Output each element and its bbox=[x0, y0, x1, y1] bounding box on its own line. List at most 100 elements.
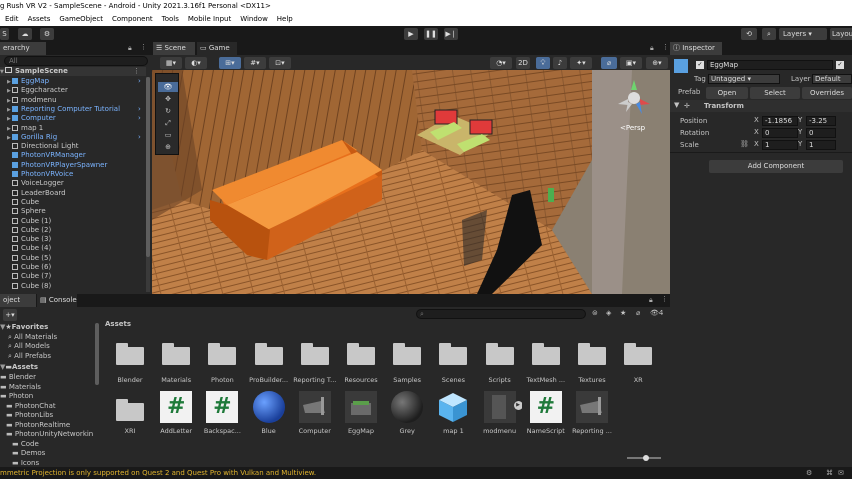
hierarchy-item[interactable]: Sphere bbox=[0, 207, 146, 216]
prefab-open-button[interactable]: Open bbox=[706, 87, 748, 99]
position-x-field[interactable]: -1.1856 bbox=[762, 116, 798, 126]
transform-tool-icon[interactable]: ⊕ bbox=[158, 142, 178, 152]
rotation-y-field[interactable]: 0 bbox=[806, 128, 836, 138]
folder-tree-scrollbar[interactable] bbox=[95, 323, 99, 385]
status-bar[interactable]: mmetric Projection is only supported on … bbox=[0, 467, 852, 479]
asset-folder[interactable]: TextMesh ... bbox=[524, 343, 568, 384]
hierarchy-scrollbar[interactable] bbox=[146, 77, 150, 292]
asset-item[interactable]: XRI bbox=[108, 391, 152, 435]
add-component-button[interactable]: Add Component bbox=[709, 160, 843, 173]
project-more-icon[interactable]: ⋮ bbox=[661, 295, 668, 303]
hierarchy-item[interactable]: Cube bbox=[0, 198, 146, 207]
folder-tree-item[interactable]: ▬ PhotonUnityNetworkin bbox=[0, 430, 100, 440]
lock-icon[interactable]: 🔒︎ bbox=[128, 44, 132, 53]
hierarchy-item[interactable]: LeaderBoard bbox=[0, 189, 146, 198]
hierarchy-item[interactable]: ▶ Gorilla Rig › bbox=[0, 133, 146, 142]
pivot-dropdown[interactable]: ⊞▾ bbox=[219, 57, 241, 69]
asset-item[interactable]: modmenu ▶ bbox=[478, 391, 522, 435]
position-y-field[interactable]: -3.25 bbox=[806, 116, 836, 126]
view-tool-icon[interactable]: 👁︎ bbox=[158, 82, 178, 92]
asset-item[interactable]: # AddLetter bbox=[154, 391, 198, 435]
hierarchy-item[interactable]: ▶ Reporting Computer Tutorial › bbox=[0, 105, 146, 114]
projection-label[interactable]: <Persp bbox=[620, 124, 645, 132]
move-tool-icon[interactable]: ✥ bbox=[158, 94, 178, 104]
asset-item[interactable]: map 1 bbox=[431, 391, 475, 435]
asset-folder[interactable]: Photon bbox=[200, 343, 244, 384]
hierarchy-item[interactable]: ▶ Computer › bbox=[0, 114, 146, 123]
asset-folder[interactable]: ProBuilder... bbox=[247, 343, 291, 384]
prefab-overrides-dropdown[interactable]: Overrides bbox=[802, 87, 852, 99]
snap-dropdown[interactable]: ⊡▾ bbox=[269, 57, 291, 69]
assets-root[interactable]: ▼▬Assets bbox=[0, 363, 100, 373]
rect-tool-icon[interactable]: ▭ bbox=[158, 130, 178, 140]
tab-inspector[interactable]: ⓘ Inspector bbox=[670, 42, 722, 55]
favorite-item[interactable]: ⌕ All Prefabs bbox=[0, 352, 100, 362]
prefab-open-icon[interactable]: › bbox=[138, 105, 141, 114]
layout-dropdown[interactable]: Layou bbox=[830, 28, 852, 40]
prefab-open-icon[interactable]: › bbox=[138, 114, 141, 123]
constrain-proportions-icon[interactable]: ⛓︎ bbox=[740, 140, 749, 148]
assets-breadcrumb[interactable]: Assets bbox=[105, 320, 131, 328]
scale-tool-icon[interactable]: ⤢ bbox=[158, 118, 178, 128]
prefab-select-button[interactable]: Select bbox=[750, 87, 800, 99]
search-by-type-icon[interactable]: ⊜ bbox=[592, 309, 598, 317]
prefab-open-icon[interactable]: › bbox=[138, 133, 141, 142]
progress-icon[interactable]: ⚙ bbox=[806, 467, 812, 479]
more-menu-icon[interactable]: ⋮ bbox=[140, 43, 147, 51]
tab-scene[interactable]: ☰ Scene bbox=[153, 42, 195, 55]
pause-button[interactable]: ❚❚ bbox=[424, 28, 438, 40]
effects-dropdown[interactable]: ✦▾ bbox=[570, 57, 592, 69]
lighting-toggle-icon[interactable]: 💡︎ bbox=[536, 57, 550, 69]
scene-viewport[interactable]: 👁︎ ✥ ↻ ⤢ ▭ ⊕ <Persp bbox=[152, 70, 670, 294]
scene-lock-icon[interactable]: 🔒︎ bbox=[650, 44, 654, 53]
favorite-item[interactable]: ⌕ All Materials bbox=[0, 333, 100, 343]
folder-tree-item[interactable]: ▬ Photon bbox=[0, 392, 100, 402]
folder-tree-item[interactable]: ▬ PhotonLibs bbox=[0, 411, 100, 421]
tab-game[interactable]: ▭ Game bbox=[197, 42, 237, 55]
hierarchy-item[interactable]: VoiceLogger bbox=[0, 179, 146, 188]
asset-item[interactable]: Reporting ... bbox=[570, 391, 614, 435]
hierarchy-item[interactable]: Cube (1) bbox=[0, 217, 146, 226]
menu-edit[interactable]: Edit bbox=[5, 15, 19, 23]
audio-toggle-icon[interactable]: ♪ bbox=[553, 57, 567, 69]
layer-dropdown[interactable]: Default bbox=[812, 74, 852, 84]
folder-tree-item[interactable]: ▬ Materials bbox=[0, 383, 100, 393]
tab-project[interactable]: oject bbox=[0, 294, 36, 307]
hierarchy-search[interactable]: All bbox=[4, 56, 148, 66]
hierarchy-item[interactable]: Cube (5) bbox=[0, 254, 146, 263]
hierarchy-item[interactable]: Cube (7) bbox=[0, 272, 146, 281]
collab-gear-icon[interactable]: ⚙ bbox=[40, 28, 54, 40]
collab-icon[interactable]: ⌘ bbox=[826, 467, 833, 479]
prefab-open-icon[interactable]: › bbox=[138, 77, 141, 86]
asset-item[interactable]: Computer bbox=[293, 391, 337, 435]
menu-gameobject[interactable]: GameObject bbox=[59, 15, 103, 23]
folder-tree-item[interactable]: ▬ Blender bbox=[0, 373, 100, 383]
menu-tools[interactable]: Tools bbox=[162, 15, 179, 23]
menu-assets[interactable]: Assets bbox=[28, 15, 51, 23]
hierarchy-item[interactable]: PhotonVRManager bbox=[0, 151, 146, 160]
2d-toggle[interactable]: 2D bbox=[516, 57, 530, 69]
project-search-input[interactable]: ⌕ bbox=[416, 309, 586, 319]
menu-component[interactable]: Component bbox=[112, 15, 153, 23]
menu-mobile-input[interactable]: Mobile Input bbox=[188, 15, 231, 23]
render-mode-dropdown[interactable]: ◐▾ bbox=[185, 57, 207, 69]
search-icon[interactable]: ⌕ bbox=[762, 28, 776, 40]
save-search-icon[interactable]: ★ bbox=[620, 309, 626, 317]
thumbnail-size-slider[interactable] bbox=[627, 455, 661, 461]
history-icon[interactable]: ⟲ bbox=[741, 28, 757, 40]
hierarchy-item[interactable]: PhotonVRVoice bbox=[0, 170, 146, 179]
hierarchy-item[interactable]: Cube (4) bbox=[0, 244, 146, 253]
favorites-header[interactable]: ▼★Favorites bbox=[0, 323, 100, 333]
hierarchy-item[interactable]: ▶ map 1 bbox=[0, 124, 146, 133]
folder-tree-item[interactable]: ▬ PhotonRealtime bbox=[0, 421, 100, 431]
play-button[interactable]: ▶ bbox=[404, 28, 418, 40]
asset-folder[interactable]: Reporting T... bbox=[293, 343, 337, 384]
asset-folder[interactable]: Textures bbox=[570, 343, 614, 384]
hierarchy-item[interactable]: ▶ modmenu bbox=[0, 96, 146, 105]
object-name-field[interactable]: EggMap bbox=[707, 60, 833, 70]
hierarchy-item[interactable]: PhotonVRPlayerSpawner bbox=[0, 161, 146, 170]
hierarchy-item[interactable]: Cube (8) bbox=[0, 282, 146, 291]
camera-dropdown[interactable]: ▣▾ bbox=[620, 57, 642, 69]
hierarchy-item[interactable]: Cube (2) bbox=[0, 226, 146, 235]
orientation-dropdown[interactable]: ◔▾ bbox=[490, 57, 512, 69]
